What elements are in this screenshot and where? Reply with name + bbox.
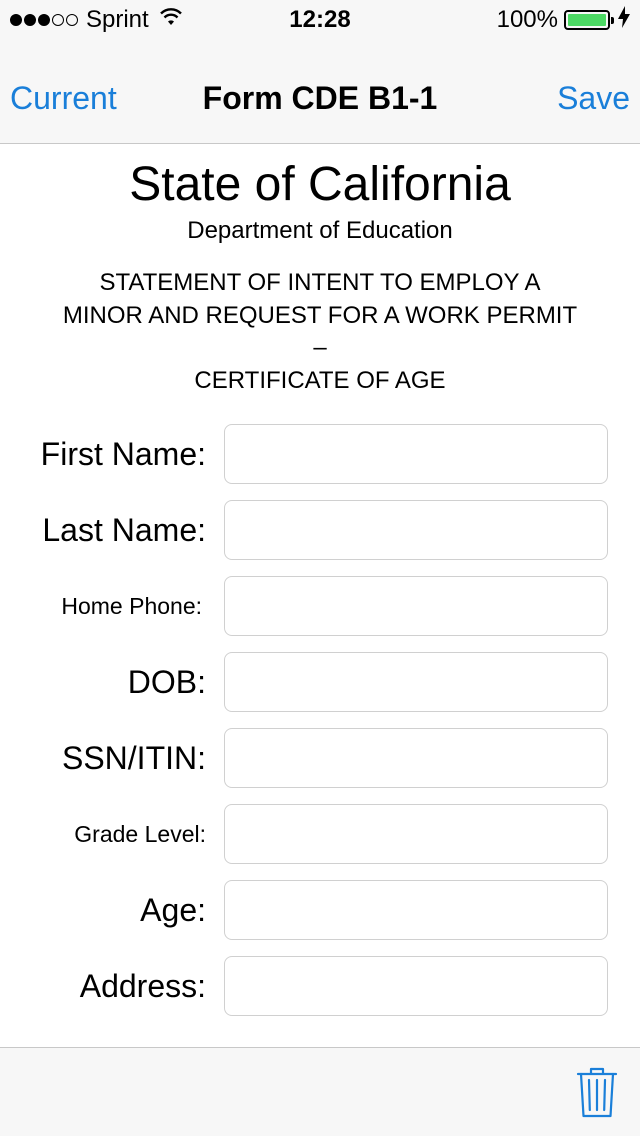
state-title: State of California: [129, 158, 511, 211]
last-name-field[interactable]: [224, 500, 608, 560]
battery-percent: 100%: [496, 6, 558, 33]
home-phone-label: Home Phone:: [61, 592, 202, 619]
first-name-field[interactable]: [224, 424, 608, 484]
first-name-label: First Name:: [40, 435, 206, 472]
address-row: Address:: [0, 956, 640, 1016]
ssn-field[interactable]: [224, 728, 608, 788]
status-bar: Sprint 12:28 100%: [0, 0, 640, 40]
first-name-row: First Name:: [0, 424, 640, 484]
last-name-label: Last Name:: [42, 511, 206, 548]
age-field[interactable]: [224, 880, 608, 940]
statement-line: MINOR AND REQUEST FOR A WORK PERMIT: [62, 301, 578, 329]
grade-level-row: Grade Level:: [0, 804, 640, 864]
grade-level-label: Grade Level:: [74, 820, 206, 847]
home-phone-row: Home Phone:: [0, 576, 640, 636]
dob-field[interactable]: [224, 652, 608, 712]
bolt-icon: [618, 5, 630, 35]
age-row: Age:: [0, 880, 640, 940]
statement-heading: STATEMENT OF INTENT TO EMPLOY A MINOR AN…: [0, 267, 640, 397]
address-label: Address:: [79, 967, 206, 1004]
department-name: Department of Education: [187, 217, 453, 244]
ssn-label: SSN/ITIN:: [61, 739, 206, 776]
bottom-toolbar: [0, 1047, 640, 1136]
address-field[interactable]: [224, 956, 608, 1016]
ssn-row: SSN/ITIN:: [0, 728, 640, 788]
age-label: Age:: [140, 891, 206, 928]
dob-label: DOB:: [127, 663, 206, 700]
navigation-bar: Current Form CDE B1-1 Save: [0, 40, 640, 144]
status-right: 100%: [496, 5, 630, 35]
trash-icon[interactable]: [576, 1067, 618, 1119]
grade-level-field[interactable]: [224, 804, 608, 864]
statement-line: –: [313, 334, 327, 361]
home-phone-field[interactable]: [224, 576, 608, 636]
battery-icon: [564, 10, 614, 30]
dob-row: DOB:: [0, 652, 640, 712]
statement-line: STATEMENT OF INTENT TO EMPLOY A: [99, 269, 541, 296]
save-button[interactable]: Save: [557, 80, 630, 117]
statement-line: CERTIFICATE OF AGE: [194, 366, 446, 394]
battery-level: [568, 14, 606, 26]
last-name-row: Last Name:: [0, 500, 640, 560]
nav-title: Form CDE B1-1: [202, 80, 438, 116]
